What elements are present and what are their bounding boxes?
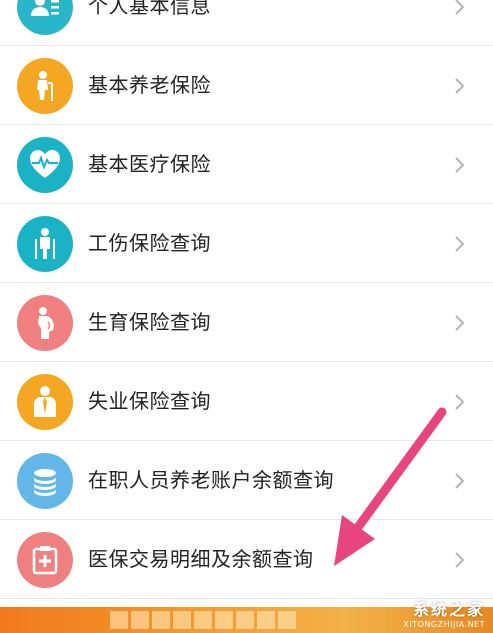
- menu-item-maternity-insurance[interactable]: 生育保险查询: [0, 283, 493, 362]
- person-card-icon: [17, 0, 73, 35]
- heart-pulse-icon: [17, 137, 73, 193]
- menu-item-label: 在职人员养老账户余额查询: [88, 468, 334, 492]
- coin-stack-icon: [17, 453, 73, 509]
- blurred-banner-content: [110, 611, 299, 633]
- chevron-right-icon: [455, 315, 465, 331]
- menu-item-label: 医保交易明细及余额查询: [88, 547, 314, 571]
- chevron-right-icon: [455, 552, 465, 568]
- chevron-right-icon: [455, 157, 465, 173]
- elderly-person-icon: [17, 58, 73, 114]
- menu-item-medical-transactions-balance[interactable]: 医保交易明细及余额查询: [0, 520, 493, 599]
- menu-item-label: 生育保险查询: [88, 310, 211, 334]
- menu-item-work-injury-insurance[interactable]: 工伤保险查询: [0, 204, 493, 283]
- insurance-menu-list: 个人基本信息 基本养老保险 基本医疗保险 工伤保险查询 生育保险查询 失业保险查…: [0, 0, 493, 599]
- injured-person-icon: [17, 216, 73, 272]
- watermark-title: 系统之家: [412, 600, 485, 619]
- chevron-right-icon: [455, 473, 465, 489]
- pregnant-woman-icon: [17, 295, 73, 351]
- chevron-right-icon: [455, 394, 465, 410]
- menu-item-label: 基本养老保险: [88, 73, 211, 97]
- chevron-right-icon: [455, 0, 465, 15]
- menu-item-unemployment-insurance[interactable]: 失业保险查询: [0, 362, 493, 441]
- menu-item-pension-insurance[interactable]: 基本养老保险: [0, 46, 493, 125]
- menu-item-personal-info[interactable]: 个人基本信息: [0, 0, 493, 46]
- watermark-url: XITONGZHIJIA.NET: [403, 620, 485, 629]
- watermark: 系统之家 XITONGZHIJIA.NET: [403, 596, 485, 629]
- medical-kit-icon: [17, 532, 73, 588]
- menu-item-label: 个人基本信息: [88, 0, 211, 18]
- menu-item-medical-insurance[interactable]: 基本医疗保险: [0, 125, 493, 204]
- menu-item-pension-account-balance[interactable]: 在职人员养老账户余额查询: [0, 441, 493, 520]
- menu-item-label: 失业保险查询: [88, 389, 211, 413]
- chevron-right-icon: [455, 78, 465, 94]
- menu-item-label: 基本医疗保险: [88, 152, 211, 176]
- worker-icon: [17, 374, 73, 430]
- menu-item-label: 工伤保险查询: [88, 231, 211, 255]
- chevron-right-icon: [455, 236, 465, 252]
